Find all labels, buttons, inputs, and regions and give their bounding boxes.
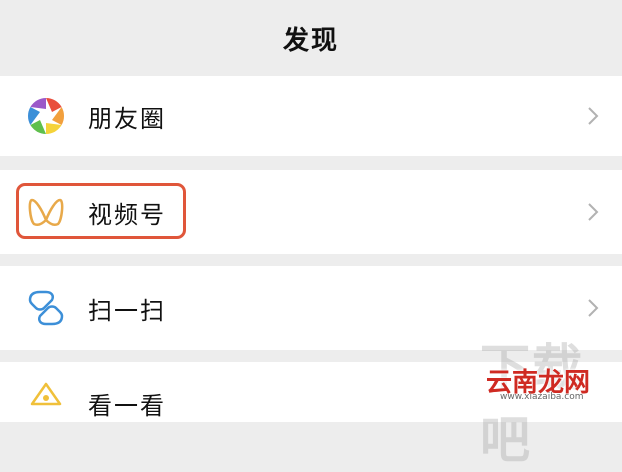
list-item-moments[interactable]: 朋友圈 [0,76,622,156]
top-stories-icon [30,382,62,406]
top-bar: 发现 [0,0,622,76]
chevron-right-icon [588,107,599,125]
scan-icon [28,290,64,326]
chevron-right-icon [588,299,599,317]
moments-label: 朋友圈 [88,104,166,133]
highlight-box [16,183,186,239]
page-title: 发现 [282,25,339,56]
scan-label: 扫一扫 [88,296,166,325]
moments-aperture-icon [27,97,65,134]
chevron-right-icon [588,203,599,221]
watermark-url: www.xiazaiba.com [500,392,584,402]
